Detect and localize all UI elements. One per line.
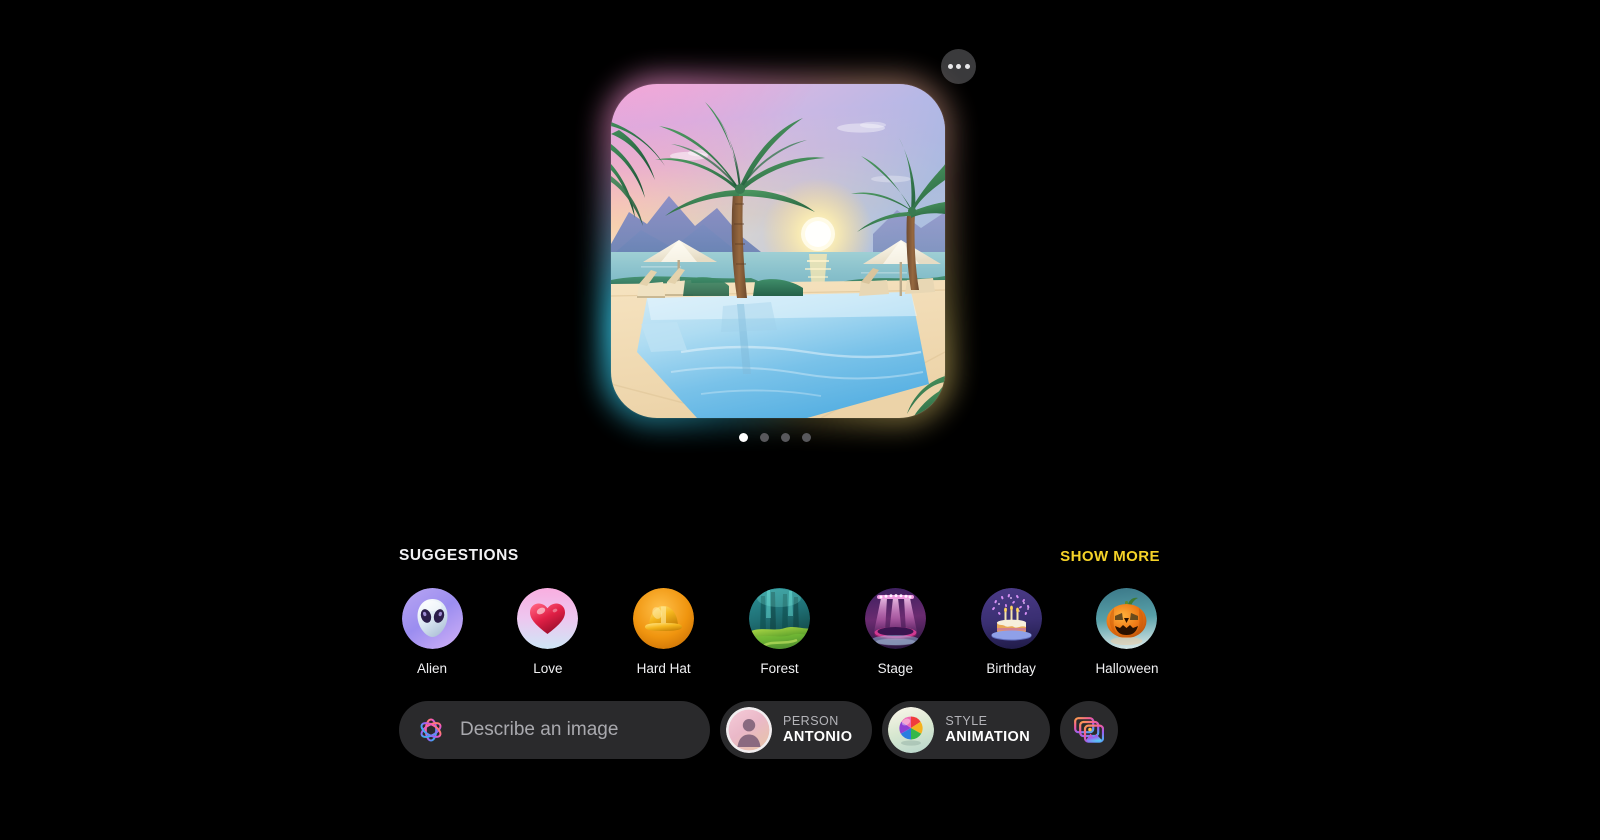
suggestion-label: Hard Hat (636, 661, 691, 676)
more-options-button[interactable] (941, 49, 976, 84)
heart-icon (517, 588, 579, 649)
page-dot-2[interactable] (760, 433, 769, 442)
suggestion-label: Alien (416, 661, 448, 676)
page-dot-3[interactable] (781, 433, 790, 442)
person-chip-text: PERSON ANTONIO (783, 714, 852, 746)
ellipsis-icon (964, 64, 970, 69)
style-chip-kind: STYLE (945, 714, 988, 729)
carousel-page-dots[interactable] (739, 433, 811, 442)
generated-image-frame (611, 84, 945, 418)
suggestion-label: Forest (760, 661, 799, 676)
ellipsis-icon (947, 64, 953, 69)
suggestion-item-birthday[interactable]: Birthday (978, 588, 1044, 676)
suggestion-item-stage[interactable]: Stage (862, 588, 928, 676)
suggestion-item-forest[interactable]: Forest (746, 588, 812, 676)
suggestions-header: SUGGESTIONS SHOW MORE (399, 547, 1160, 565)
show-more-button[interactable]: SHOW MORE (1060, 548, 1160, 565)
generated-image-card[interactable] (601, 74, 955, 428)
style-chip-value: ANIMATION (945, 728, 1031, 745)
apple-intelligence-icon (420, 718, 442, 742)
bottom-toolbar: Describe an image PERSON ANTONIO STYLE A… (399, 701, 1160, 759)
suggestion-item-hard-hat[interactable]: Hard Hat (631, 588, 697, 676)
suggestion-item-love[interactable]: Love (515, 588, 581, 676)
suggestion-label: Love (533, 661, 563, 676)
person-chip-value: ANTONIO (783, 728, 853, 745)
style-chip[interactable]: STYLE ANIMATION (882, 701, 1051, 759)
image-playground-screen: SUGGESTIONS SHOW MORE Alien Love Hard Ha… (0, 0, 1600, 840)
suggestion-item-alien[interactable]: Alien (399, 588, 465, 676)
forest-icon (748, 588, 810, 649)
stage-icon (864, 588, 926, 649)
suggestions-list: Alien Love Hard Hat Forest Stage Birthda… (399, 588, 1160, 676)
person-chip-kind: PERSON (783, 714, 839, 729)
photo-picker-button[interactable] (1060, 701, 1119, 759)
suggestions-title: SUGGESTIONS (399, 547, 519, 564)
describe-input[interactable]: Describe an image (399, 701, 710, 759)
suggestion-label: Stage (877, 661, 913, 676)
ellipsis-icon (956, 64, 961, 69)
photo-stack-icon (1074, 717, 1105, 743)
hard-hat-icon (633, 588, 695, 649)
beach-ball-icon (888, 707, 935, 753)
page-dot-1[interactable] (739, 433, 748, 442)
person-avatar-icon (726, 707, 772, 753)
style-chip-text: STYLE ANIMATION (945, 714, 1030, 746)
pumpkin-icon (1096, 588, 1158, 649)
person-chip[interactable]: PERSON ANTONIO (720, 701, 873, 759)
describe-placeholder: Describe an image (460, 719, 619, 740)
birthday-cake-icon (980, 588, 1042, 649)
generated-image (611, 84, 945, 418)
suggestion-label: Halloween (1095, 661, 1159, 676)
suggestion-item-halloween[interactable]: Halloween (1094, 588, 1160, 676)
suggestion-label: Birthday (986, 661, 1036, 676)
alien-icon (401, 588, 463, 649)
page-dot-4[interactable] (802, 433, 811, 442)
